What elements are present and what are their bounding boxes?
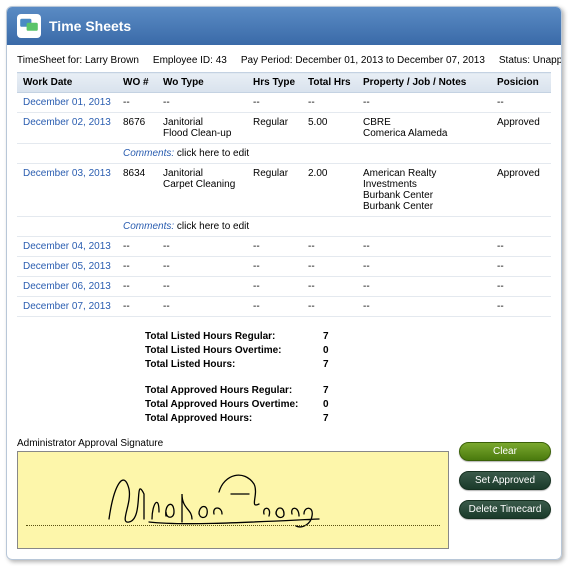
cell-prop: -- xyxy=(357,93,491,113)
meta-timesheet-for: TimeSheet for: Larry Brown xyxy=(17,55,139,66)
listed-overtime-value: 0 xyxy=(323,345,329,356)
col-work-date: Work Date xyxy=(17,73,117,93)
timesheet-table: Work Date WO # Wo Type Hrs Type Total Hr… xyxy=(17,72,551,317)
cell-total: -- xyxy=(302,93,357,113)
cell-type: -- xyxy=(157,277,247,297)
cell-type: -- xyxy=(157,297,247,317)
col-wo-num: WO # xyxy=(117,73,157,93)
meta-bar: TimeSheet for: Larry Brown Employee ID: … xyxy=(17,55,551,66)
col-total-hrs: Total Hrs xyxy=(302,73,357,93)
cell-total: -- xyxy=(302,257,357,277)
date-link[interactable]: December 03, 2013 xyxy=(17,164,117,217)
cell-type: JanitorialCarpet Cleaning xyxy=(157,164,247,217)
cell-pos: -- xyxy=(491,297,551,317)
delete-timecard-button[interactable]: Delete Timecard xyxy=(459,500,551,519)
date-link[interactable]: December 04, 2013 xyxy=(17,237,117,257)
table-row: December 06, 2013------------ xyxy=(17,277,551,297)
cell-type: -- xyxy=(157,93,247,113)
cell-prop: -- xyxy=(357,297,491,317)
set-approved-button[interactable]: Set Approved xyxy=(459,471,551,490)
cell-wo: 8634 xyxy=(117,164,157,217)
approved-total-label: Total Approved Hours: xyxy=(145,413,323,424)
listed-regular-label: Total Listed Hours Regular: xyxy=(145,331,323,342)
table-row: December 02, 20138676JanitorialFlood Cle… xyxy=(17,113,551,144)
date-link[interactable]: December 07, 2013 xyxy=(17,297,117,317)
col-property: Property / Job / Notes xyxy=(357,73,491,93)
approved-regular-value: 7 xyxy=(323,385,329,396)
totals-block: Total Listed Hours Regular:7 Total Liste… xyxy=(145,331,551,424)
cell-pos: -- xyxy=(491,257,551,277)
chat-icon xyxy=(17,14,41,38)
col-wo-type: Wo Type xyxy=(157,73,247,93)
approved-overtime-label: Total Approved Hours Overtime: xyxy=(145,399,323,410)
table-row: December 07, 2013------------ xyxy=(17,297,551,317)
comments-cell[interactable]: Comments: click here to edit xyxy=(117,144,551,164)
table-row: December 03, 20138634JanitorialCarpet Cl… xyxy=(17,164,551,217)
meta-pay-period: Pay Period: December 01, 2013 to Decembe… xyxy=(241,55,485,66)
cell-wo: -- xyxy=(117,237,157,257)
table-row: December 05, 2013------------ xyxy=(17,257,551,277)
cell-pos: Approved xyxy=(491,113,551,144)
signature-line xyxy=(26,525,440,526)
cell-pos: -- xyxy=(491,93,551,113)
cell-prop: CBREComerica Alameda xyxy=(357,113,491,144)
date-link[interactable]: December 06, 2013 xyxy=(17,277,117,297)
cell-total: 5.00 xyxy=(302,113,357,144)
approved-regular-label: Total Approved Hours Regular: xyxy=(145,385,323,396)
cell-hrs_type: -- xyxy=(247,237,302,257)
signature-icon xyxy=(104,464,324,534)
cell-hrs_type: -- xyxy=(247,297,302,317)
comments-row: Comments: click here to edit xyxy=(17,144,551,164)
cell-pos: Approved xyxy=(491,164,551,217)
cell-hrs_type: -- xyxy=(247,277,302,297)
comments-row: Comments: click here to edit xyxy=(17,217,551,237)
meta-status: Status: Unapproved xyxy=(499,55,562,66)
date-link[interactable]: December 01, 2013 xyxy=(17,93,117,113)
cell-prop: -- xyxy=(357,237,491,257)
listed-overtime-label: Total Listed Hours Overtime: xyxy=(145,345,323,356)
timesheet-panel: Time Sheets TimeSheet for: Larry Brown E… xyxy=(6,6,562,560)
cell-total: -- xyxy=(302,237,357,257)
date-link[interactable]: December 05, 2013 xyxy=(17,257,117,277)
cell-wo: -- xyxy=(117,297,157,317)
cell-total: 2.00 xyxy=(302,164,357,217)
cell-wo: -- xyxy=(117,277,157,297)
approved-overtime-value: 0 xyxy=(323,399,329,410)
listed-total-label: Total Listed Hours: xyxy=(145,359,323,370)
listed-total-value: 7 xyxy=(323,359,329,370)
signature-pad[interactable] xyxy=(17,451,449,549)
col-hrs-type: Hrs Type xyxy=(247,73,302,93)
cell-wo: 8676 xyxy=(117,113,157,144)
cell-type: -- xyxy=(157,237,247,257)
listed-regular-value: 7 xyxy=(323,331,329,342)
cell-hrs_type: Regular xyxy=(247,113,302,144)
cell-prop: -- xyxy=(357,257,491,277)
cell-type: -- xyxy=(157,257,247,277)
panel-header: Time Sheets xyxy=(7,7,561,45)
cell-hrs_type: -- xyxy=(247,257,302,277)
date-link[interactable]: December 02, 2013 xyxy=(17,113,117,144)
meta-employee-id: Employee ID: 43 xyxy=(153,55,227,66)
col-position: Posicion xyxy=(491,73,551,93)
approved-total-value: 7 xyxy=(323,413,329,424)
clear-button[interactable]: Clear xyxy=(459,442,551,461)
cell-wo: -- xyxy=(117,257,157,277)
cell-hrs_type: Regular xyxy=(247,164,302,217)
cell-pos: -- xyxy=(491,277,551,297)
signature-label: Administrator Approval Signature xyxy=(17,438,449,449)
comments-cell[interactable]: Comments: click here to edit xyxy=(117,217,551,237)
cell-total: -- xyxy=(302,297,357,317)
cell-pos: -- xyxy=(491,237,551,257)
table-row: December 04, 2013------------ xyxy=(17,237,551,257)
table-row: December 01, 2013------------ xyxy=(17,93,551,113)
cell-total: -- xyxy=(302,277,357,297)
page-title: Time Sheets xyxy=(49,18,131,34)
cell-prop: American Realty InvestmentsBurbank Cente… xyxy=(357,164,491,217)
cell-wo: -- xyxy=(117,93,157,113)
cell-prop: -- xyxy=(357,277,491,297)
cell-hrs_type: -- xyxy=(247,93,302,113)
cell-type: JanitorialFlood Clean-up xyxy=(157,113,247,144)
